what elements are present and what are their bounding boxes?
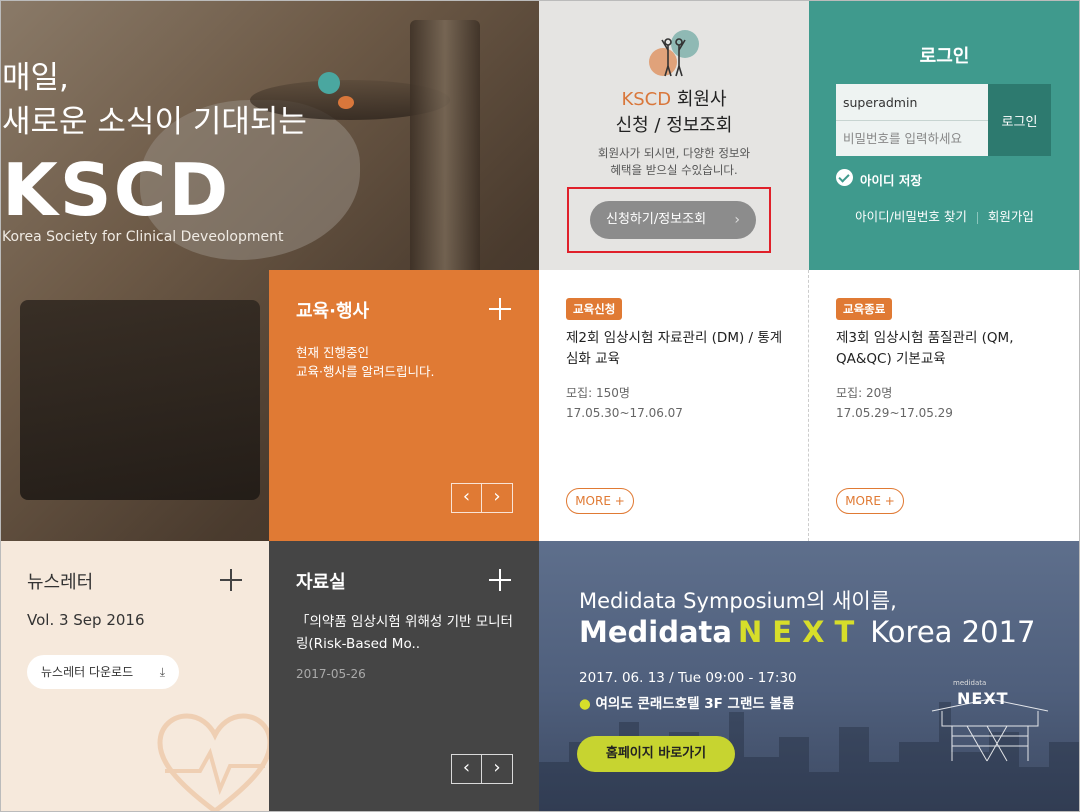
banner-brand: Medidata	[579, 615, 732, 649]
newsletter-download-label: 뉴스레터 다운로드	[41, 665, 134, 679]
heart-pulse-icon	[157, 713, 269, 812]
member-apply-button[interactable]: 신청하기/정보조회 ›	[590, 201, 756, 239]
join-link[interactable]: 회원가입	[988, 209, 1034, 224]
member-title-accent: KSCD	[621, 89, 672, 110]
course-meta: 모집: 150명 17.05.30~17.06.07	[566, 383, 683, 423]
archive-pager: ‹ ›	[451, 754, 513, 784]
find-account-link[interactable]: 아이디/비밀번호 찾기	[855, 209, 967, 224]
course-meta: 모집: 20명 17.05.29~17.05.29	[836, 383, 953, 423]
login-password-input[interactable]	[836, 120, 988, 156]
hero-tagline-line2: 새로운 소식이 기대되는	[2, 104, 307, 140]
edu-description: 현재 진행중인 교육·행사를 알려드립니다.	[296, 343, 434, 381]
member-panel: KSCD 회원사 신청 / 정보조회 회원사가 되시면, 다양한 정보와 혜택을…	[539, 0, 809, 270]
newsletter-volume: Vol. 3 Sep 2016	[27, 611, 145, 629]
edu-title: 교육·행사	[296, 301, 370, 322]
hero-decor-orange-dot	[338, 96, 354, 109]
member-title: KSCD 회원사	[539, 85, 809, 111]
course-more-button[interactable]: MORE +	[836, 488, 904, 514]
hero-decor-teal-dot	[318, 72, 340, 94]
course-recruit: 모집: 150명	[566, 386, 630, 400]
login-button[interactable]: 로그인	[988, 84, 1051, 156]
member-title-line2: 신청 / 정보조회	[615, 115, 733, 136]
banner-rest: Korea 2017	[870, 615, 1036, 649]
login-title: 로그인	[919, 46, 970, 67]
course-period: 17.05.30~17.06.07	[566, 406, 683, 420]
save-id-checkbox[interactable]	[836, 169, 853, 186]
member-title-rest: 회원사	[671, 89, 727, 110]
course-period: 17.05.29~17.05.29	[836, 406, 953, 420]
course-card: 교육종료 제3회 임상시험 품질관리 (QM, QA&QC) 기본교육 모집: …	[809, 270, 1080, 541]
homepage-button[interactable]: 홈페이지 바로가기	[577, 736, 735, 772]
edu-more-plus-icon[interactable]	[489, 298, 511, 320]
hero-tagline-line1: 매일,	[2, 60, 69, 96]
edu-desc-line2: 교육·행사를 알려드립니다.	[296, 364, 435, 379]
next-arrow-icon[interactable]: ›	[482, 484, 512, 512]
prev-arrow-icon[interactable]: ‹	[452, 755, 482, 783]
login-links: 아이디/비밀번호 찾기 회원가입	[809, 206, 1080, 225]
banner-logo-small: medidata	[953, 679, 987, 687]
archive-item-date: 2017-05-26	[296, 667, 366, 681]
archive-panel: 자료실 「의약품 임상시험 위해성 기반 모니터링(Risk-Based Mo.…	[269, 541, 539, 812]
edu-pager: ‹ ›	[451, 483, 513, 513]
location-pin-icon: ●	[579, 696, 591, 712]
course-status-badge: 교육신청	[566, 298, 623, 320]
newsletter-panel: 뉴스레터 Vol. 3 Sep 2016 뉴스레터 다운로드 ⤓	[0, 541, 269, 812]
banner-date: 2017. 06. 13 / Tue 09:00 - 17:30	[579, 670, 797, 686]
chevron-right-icon: ›	[734, 212, 740, 228]
medidata-banner[interactable]: Medidata Symposium의 새이름, Medidata NEXT Kor…	[539, 541, 1080, 812]
banner-line1: Medidata Symposium의 새이름,	[579, 589, 897, 613]
hero-brand: KSCD	[2, 148, 231, 232]
course-title[interactable]: 제2회 임상시험 자료관리 (DM) / 통계 심화 교육	[566, 328, 791, 370]
newsletter-download-button[interactable]: 뉴스레터 다운로드 ⤓	[27, 655, 179, 689]
login-panel: 로그인 로그인 아이디 저장 아이디/비밀번호 찾기 회원가입	[809, 0, 1080, 270]
banner-headline: Medidata NEXT Korea 2017	[579, 615, 1035, 649]
member-people-icon	[649, 30, 699, 77]
edu-events-panel: 교육·행사 현재 진행중인 교육·행사를 알려드립니다. ‹ ›	[269, 270, 539, 541]
archive-title: 자료실	[296, 572, 346, 593]
edu-desc-line1: 현재 진행중인	[296, 345, 369, 360]
banner-logo-next: NEXT	[957, 689, 1009, 708]
banner-place: ● 여의도 콘래드호텔 3F 그랜드 볼룸	[579, 692, 794, 712]
course-recruit: 모집: 20명	[836, 386, 893, 400]
banner-place-text: 여의도 콘래드호텔 3F 그랜드 볼룸	[595, 696, 795, 712]
prev-arrow-icon[interactable]: ‹	[452, 484, 482, 512]
archive-item-title[interactable]: 「의약품 임상시험 위해성 기반 모니터링(Risk-Based Mo..	[296, 611, 518, 655]
member-desc-line2: 혜택을 받으실 수있습니다.	[610, 163, 738, 177]
member-desc-line1: 회원사가 되시면, 다양한 정보와	[597, 146, 751, 160]
member-apply-label: 신청하기/정보조회	[606, 212, 707, 227]
banner-next: NEXT	[738, 615, 865, 649]
course-title[interactable]: 제3회 임상시험 품질관리 (QM, QA&QC) 기본교육	[836, 328, 1061, 370]
login-id-input[interactable]	[836, 84, 988, 120]
course-more-button[interactable]: MORE +	[566, 488, 634, 514]
newsletter-title: 뉴스레터	[27, 572, 94, 593]
download-icon: ⤓	[159, 665, 165, 679]
archive-more-plus-icon[interactable]	[489, 569, 511, 591]
hero-decor-base	[20, 300, 260, 500]
newsletter-more-plus-icon[interactable]	[220, 569, 242, 591]
hero-subtitle: Korea Society for Clinical Deveolopment	[2, 229, 284, 245]
save-id-label[interactable]: 아이디 저장	[860, 170, 922, 189]
course-card: 교육신청 제2회 임상시험 자료관리 (DM) / 통계 심화 교육 모집: 1…	[539, 270, 809, 541]
member-description: 회원사가 되시면, 다양한 정보와 혜택을 받으실 수있습니다.	[539, 145, 809, 179]
link-divider	[976, 211, 978, 224]
course-status-badge: 교육종료	[836, 298, 893, 320]
next-arrow-icon[interactable]: ›	[482, 755, 512, 783]
